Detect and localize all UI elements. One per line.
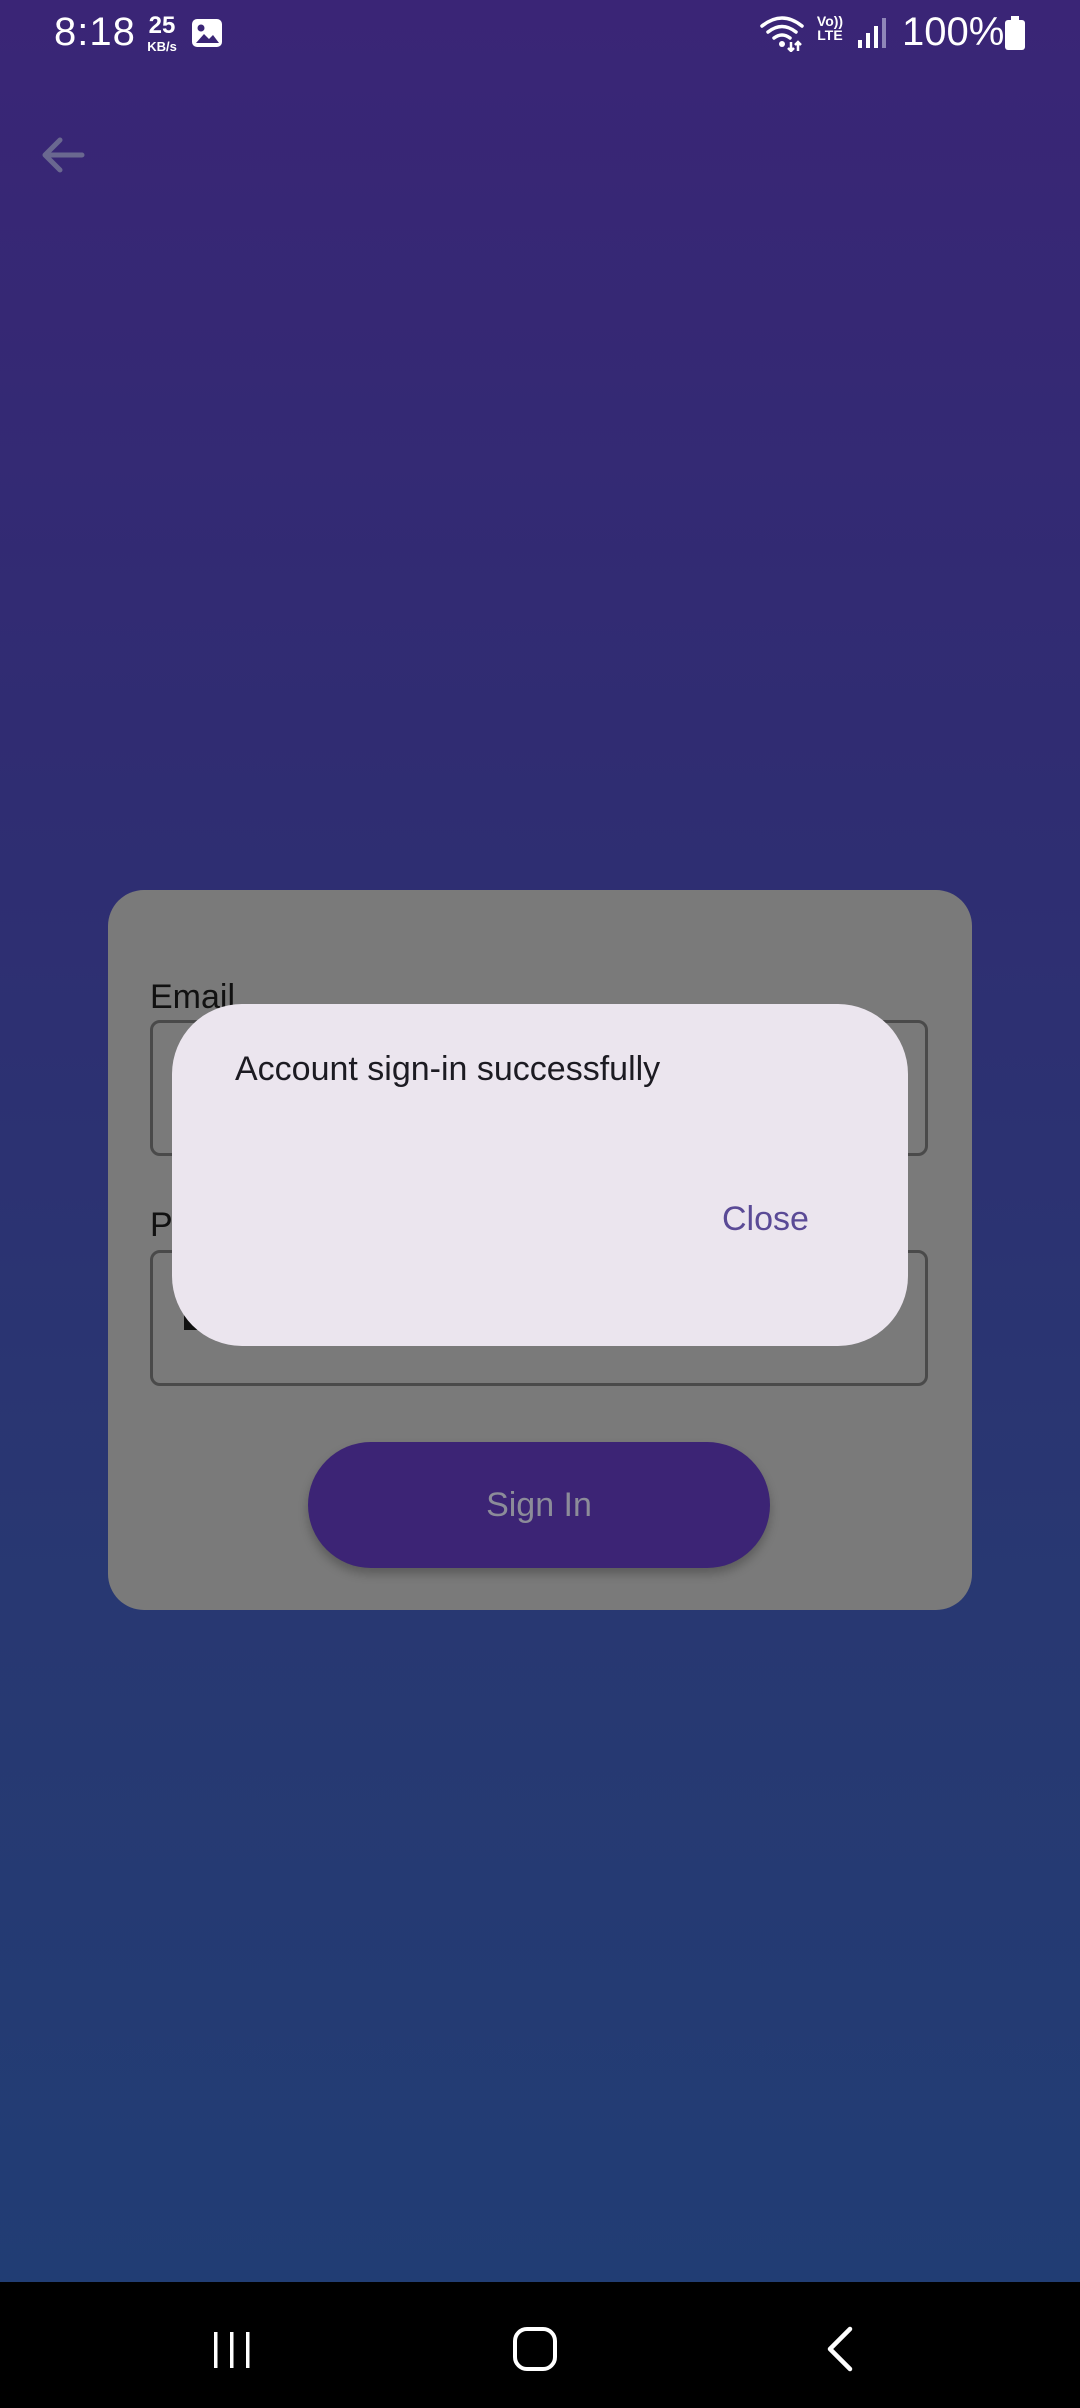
signal-icon [858, 18, 886, 48]
network-speed-value: 25 [148, 12, 176, 39]
arrow-left-icon[interactable] [38, 130, 88, 180]
battery-icon [1005, 16, 1025, 50]
status-time: 8:18 [54, 10, 136, 54]
screen: 8:18 25 KB/s Vo)) LTE 100% Email Pa Sign… [0, 0, 1080, 2282]
gallery-icon [192, 19, 222, 47]
dialog-close-button[interactable]: Close [700, 1196, 831, 1243]
volte-indicator: Vo)) LTE [812, 14, 848, 42]
volte-bottom: LTE [817, 27, 843, 43]
back-icon[interactable] [822, 2326, 856, 2372]
network-speed-unit: KB/s [147, 39, 177, 54]
wifi-icon [760, 16, 804, 52]
status-bar: 8:18 25 KB/s Vo)) LTE 100% [0, 0, 1080, 68]
home-icon[interactable] [512, 2326, 558, 2372]
recents-icon[interactable] [210, 2330, 254, 2370]
dialog-message: Account sign-in successfully [235, 1050, 661, 1088]
sign-in-button[interactable]: Sign In [308, 1442, 770, 1568]
network-speed: 25 KB/s [140, 12, 184, 54]
volte-top: Vo)) [816, 13, 844, 29]
battery-percent: 100% [902, 10, 1005, 54]
